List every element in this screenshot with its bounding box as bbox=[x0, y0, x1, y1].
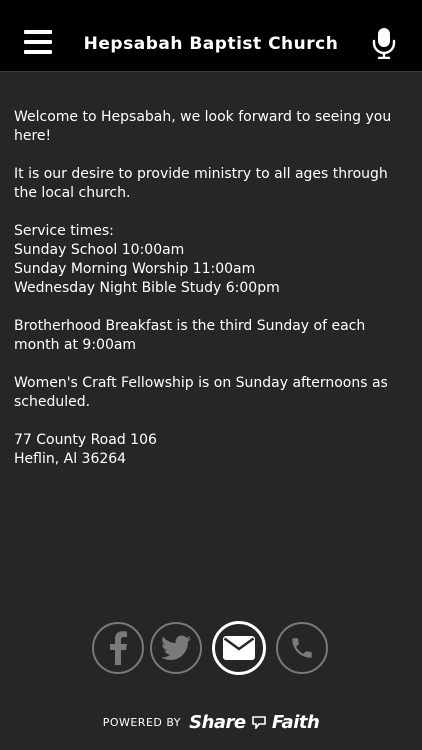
service-item: Sunday Morning Worship 11:00am bbox=[14, 261, 256, 277]
microphone-icon[interactable] bbox=[371, 27, 397, 60]
church-info: Welcome to Hepsabah, we look forward to … bbox=[14, 108, 410, 488]
page-title: Hepsabah Baptist Church bbox=[83, 34, 339, 54]
email-button[interactable] bbox=[212, 621, 266, 675]
sharefaith-logo-icon bbox=[251, 716, 266, 729]
service-heading: Service times: bbox=[14, 223, 114, 239]
powered-by-label: POWERED BY bbox=[102, 716, 182, 729]
address-line: Heflin, Al 36264 bbox=[14, 451, 127, 467]
service-item: Sunday School 10:00am bbox=[14, 242, 185, 258]
phone-icon bbox=[292, 638, 312, 658]
service-times: Service times: Sunday School 10:00am Sun… bbox=[14, 222, 410, 298]
twitter-icon bbox=[161, 635, 191, 660]
womens-text: Women's Craft Fellowship is on Sunday af… bbox=[14, 375, 388, 410]
twitter-button[interactable] bbox=[150, 622, 202, 674]
brotherhood-text: Brotherhood Breakfast is the third Sunda… bbox=[14, 318, 366, 353]
ministry-text: It is our desire to provide ministry to … bbox=[14, 166, 388, 201]
phone-button[interactable] bbox=[276, 622, 328, 674]
hamburger-menu-icon[interactable] bbox=[24, 30, 52, 54]
app-header: Hepsabah Baptist Church bbox=[0, 0, 422, 72]
facebook-button[interactable] bbox=[92, 622, 144, 674]
brand-name-right: Faith bbox=[271, 712, 320, 733]
service-item: Wednesday Night Bible Study 6:00pm bbox=[14, 280, 280, 296]
address: 77 County Road 106 Heflin, Al 36264 bbox=[14, 431, 410, 469]
powered-by-footer[interactable]: POWERED BY Share Faith bbox=[0, 712, 422, 736]
app-screen: Hepsabah Baptist Church Welcome to Hepsa… bbox=[0, 0, 422, 750]
address-line: 77 County Road 106 bbox=[14, 432, 157, 448]
envelope-icon bbox=[223, 636, 255, 660]
facebook-icon bbox=[110, 631, 127, 665]
social-bar bbox=[0, 621, 422, 675]
brand-name-left: Share bbox=[189, 712, 246, 733]
welcome-text: Welcome to Hepsabah, we look forward to … bbox=[14, 109, 392, 144]
